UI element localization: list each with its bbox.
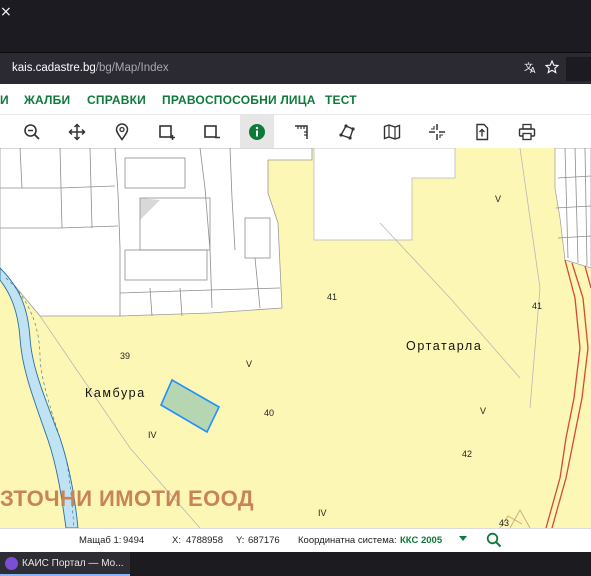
- url-text[interactable]: kais.cadastre.bg/bg/Map/Index: [12, 62, 169, 74]
- search-icon[interactable]: [486, 532, 502, 551]
- menu-item-complaints[interactable]: ЖАЛБИ: [24, 93, 70, 107]
- menu-item-test[interactable]: ТЕСТ: [325, 93, 357, 107]
- main-menu: И ЖАЛБИ СПРАВКИ ПРАВОСПОСОБНИ ЛИЦА ТЕСТ: [0, 84, 591, 114]
- address-bar[interactable]: kais.cadastre.bg/bg/Map/Index 文A: [0, 52, 591, 85]
- menu-item-partial[interactable]: И: [0, 93, 9, 107]
- browser-titlebar: ×: [0, 0, 591, 52]
- parcel-label: 42: [462, 449, 473, 459]
- map-statusbar: Мащаб 1: 9494 X: 4788958 Y: 687176 Коорд…: [0, 528, 591, 553]
- selected-parcel[interactable]: [159, 378, 221, 434]
- x-coord-value: 4788958: [186, 535, 223, 546]
- parcel-label: 39: [120, 351, 131, 361]
- layers-map-icon[interactable]: [375, 115, 409, 149]
- menu-item-legal-persons[interactable]: ПРАВОСПОСОБНИ ЛИЦА: [162, 93, 316, 107]
- place-name-kambura: Камбура: [85, 386, 146, 400]
- export-icon[interactable]: [465, 115, 499, 149]
- map-toolbar: [0, 114, 591, 150]
- parcel-label: 41: [532, 301, 543, 311]
- crosshair-icon[interactable]: [420, 115, 454, 149]
- translate-icon[interactable]: 文A: [524, 60, 538, 78]
- x-coord-label: X:: [172, 535, 181, 546]
- firefox-icon: [5, 557, 18, 570]
- watermark-company: ЗТОЧНИ ИМОТИ ЕООД: [0, 486, 254, 511]
- place-name-ortatarla: Ортатарла: [406, 339, 483, 353]
- star-icon[interactable]: [544, 59, 560, 78]
- crs-label: Координатна система:: [298, 535, 397, 546]
- select-rect-icon[interactable]: [150, 115, 184, 149]
- url-host: kais.cadastre.bg: [12, 62, 96, 74]
- taskbar-window-title: КАИС Портал — Мо...: [22, 558, 124, 569]
- extension-slot[interactable]: [566, 57, 591, 81]
- y-coord-label: Y:: [236, 535, 245, 546]
- category-label: V: [495, 194, 502, 204]
- parcel-label: 43: [499, 518, 510, 528]
- os-taskbar: КАИС Портал — Мо...: [0, 552, 591, 576]
- print-icon[interactable]: [510, 115, 544, 149]
- scale-label: Мащаб 1:: [79, 535, 122, 546]
- url-path: /bg/Map/Index: [95, 62, 169, 74]
- crs-select[interactable]: ККС 2005: [400, 535, 442, 546]
- category-label: IV: [318, 508, 327, 518]
- parcel-label: 40: [264, 408, 275, 418]
- category-label: IV: [148, 430, 157, 440]
- category-label: V: [480, 406, 487, 416]
- deselect-rect-icon[interactable]: [195, 115, 229, 149]
- zoom-out-icon[interactable]: [15, 115, 49, 149]
- close-tab-icon[interactable]: ×: [0, 4, 12, 20]
- svg-text:A: A: [530, 66, 536, 74]
- menu-item-references[interactable]: СПРАВКИ: [87, 93, 146, 107]
- map-canvas[interactable]: [0, 148, 591, 528]
- locate-pin-icon[interactable]: [105, 115, 139, 149]
- cadastral-map[interactable]: 39 40 41 41 42 43 V V V IV IV Камбура Ор…: [0, 148, 591, 528]
- chevron-down-icon[interactable]: [459, 534, 467, 545]
- measure-distance-icon[interactable]: [285, 115, 319, 149]
- info-icon[interactable]: [240, 115, 274, 149]
- taskbar-firefox-window[interactable]: КАИС Портал — Мо...: [0, 552, 130, 576]
- parcel-label: 41: [327, 292, 338, 302]
- category-label: V: [246, 359, 253, 369]
- scale-value[interactable]: 9494: [123, 535, 144, 546]
- pan-icon[interactable]: [60, 115, 94, 149]
- y-coord-value: 687176: [248, 535, 280, 546]
- measure-area-icon[interactable]: [330, 115, 364, 149]
